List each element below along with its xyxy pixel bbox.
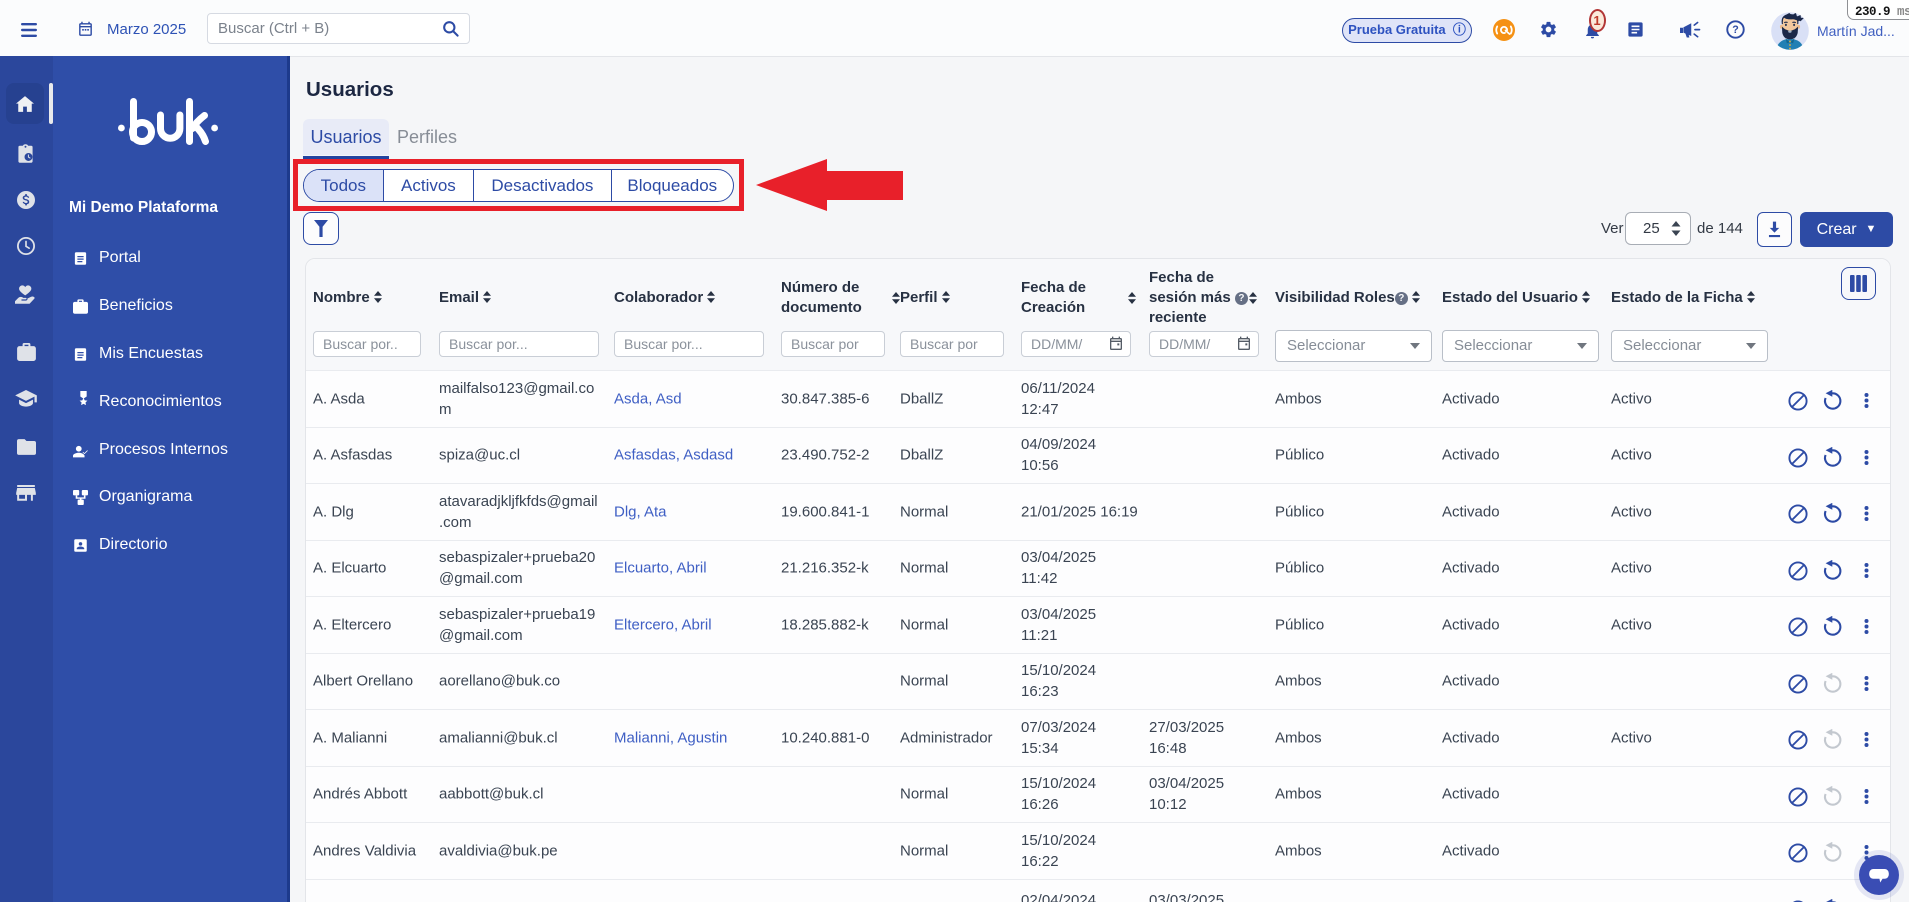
svg-text:?: ? xyxy=(1732,24,1739,36)
